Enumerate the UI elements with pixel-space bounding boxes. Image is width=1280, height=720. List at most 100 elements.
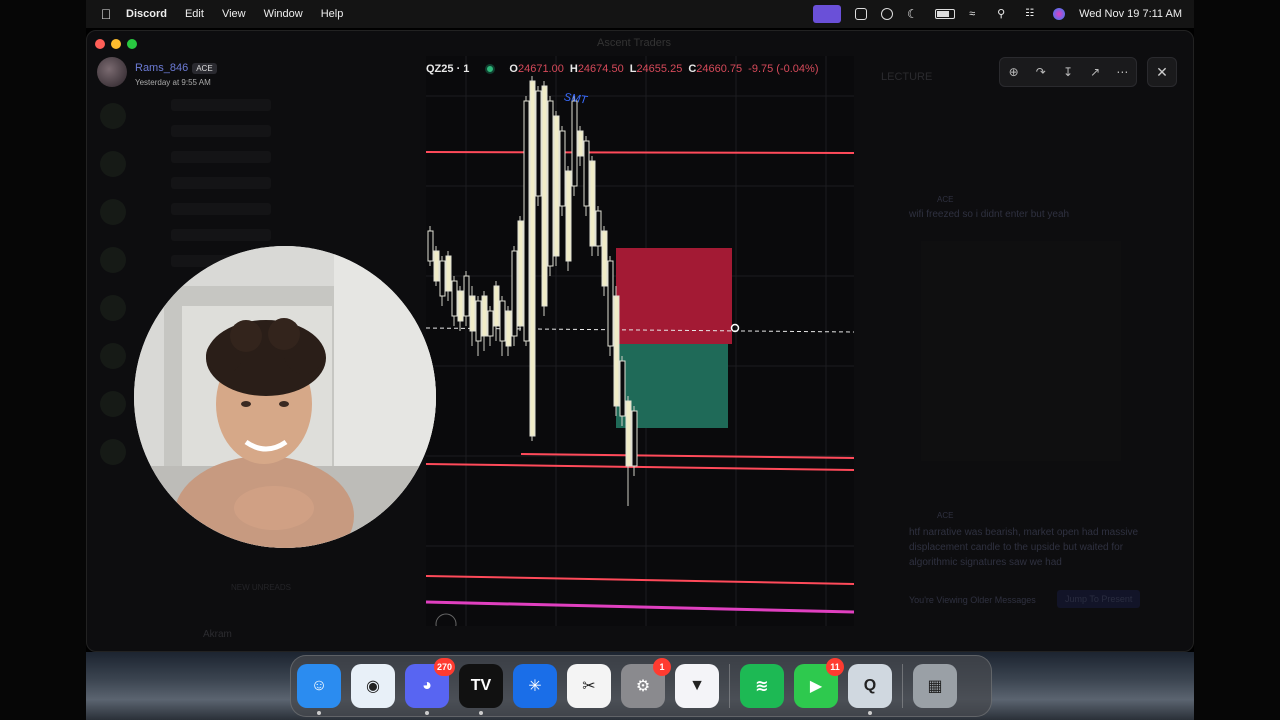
message-text: htf narrative was bearish, market open h…: [909, 527, 1138, 568]
server-icon[interactable]: [100, 439, 126, 465]
image-viewer-toolbar: ⊕ ↷ ↧ ↗ ⋯: [999, 57, 1137, 87]
dock-app-safari[interactable]: ◉: [351, 664, 395, 708]
message-timestamp: Yesterday at 9:55 AM: [135, 77, 211, 87]
dock-app-tradingview[interactable]: TV: [459, 664, 503, 715]
dock-app-trash[interactable]: ▦: [913, 664, 957, 708]
sell-zone: [616, 248, 732, 344]
control-center-icon[interactable]: ☷: [1025, 8, 1039, 20]
menu-window[interactable]: Window: [264, 8, 303, 20]
candle-body: [499, 300, 506, 342]
trading-chart-image[interactable]: SMT QZ25 · 1 O 24671.00 H 24674.50 L 24655.…: [426, 56, 854, 626]
apple-menu-icon[interactable]: : [86, 6, 126, 22]
facetime-icon: ▶: [809, 678, 823, 695]
message-text: wifi freezed so i didnt enter but yeah: [909, 209, 1070, 220]
channel-item[interactable]: [171, 125, 271, 137]
new-unreads-divider: NEW UNREADS: [231, 583, 292, 592]
server-sidebar: [87, 91, 139, 611]
wifi-icon[interactable]: ≈: [969, 8, 983, 20]
more-icon[interactable]: ⋯: [1114, 64, 1130, 80]
menu-view[interactable]: View: [222, 8, 246, 20]
notification-badge: 270: [433, 658, 455, 676]
dock-app-capcut[interactable]: ✂: [567, 664, 611, 708]
dock-app-system-settings[interactable]: ⚙ 1: [621, 658, 671, 708]
screen-share-icon[interactable]: [813, 5, 842, 23]
zoom-icon[interactable]: ⊕: [1006, 64, 1022, 80]
candle-body: [601, 230, 608, 287]
fullscreen-window-button[interactable]: [127, 39, 137, 49]
siri-icon[interactable]: [1053, 8, 1066, 20]
server-icon[interactable]: [100, 103, 126, 129]
finder-icon: ☺: [310, 677, 328, 694]
avatar[interactable]: [97, 57, 127, 87]
forward-icon[interactable]: ↷: [1033, 64, 1049, 80]
candle-body: [583, 140, 590, 207]
minimize-window-button[interactable]: [111, 39, 121, 49]
dock-app-finder[interactable]: ☺: [297, 664, 341, 715]
battery-icon[interactable]: [935, 9, 956, 19]
open-external-icon[interactable]: ↗: [1087, 64, 1103, 80]
dock-app-perplexity[interactable]: ✳: [513, 664, 557, 708]
candle-body: [577, 130, 584, 157]
capcut-icon: ✂: [582, 678, 596, 695]
candle-body: [619, 360, 626, 417]
candle-body: [523, 100, 530, 342]
key-level-line: [426, 151, 854, 154]
tradingview-icon: TV: [470, 677, 492, 694]
candle-body: [475, 300, 482, 342]
channel-item[interactable]: [171, 151, 271, 163]
candle-body: [487, 310, 494, 337]
key-level-line: [426, 575, 854, 585]
menu-app-name[interactable]: Discord: [126, 8, 167, 20]
candle-body: [481, 295, 488, 337]
high-label: H: [569, 63, 578, 75]
channel-name: LECTURE: [881, 71, 933, 83]
candle-body: [529, 80, 536, 437]
dock-app-discord[interactable]: ◕ 270: [405, 658, 455, 715]
dock-app-proton-vpn[interactable]: ▼: [675, 664, 719, 708]
channel-item[interactable]: [171, 203, 271, 215]
vpn-icon: ▼: [689, 677, 705, 694]
candle-body: [595, 210, 602, 247]
channel-item[interactable]: [171, 229, 271, 241]
search-icon[interactable]: ⚲: [997, 8, 1011, 20]
message-author: ACE: [937, 195, 954, 204]
key-level-line: [426, 600, 854, 614]
candle-body: [511, 250, 518, 337]
app-status-icon[interactable]: [855, 8, 868, 20]
window-controls: [95, 39, 137, 49]
menu-edit[interactable]: Edit: [185, 8, 204, 20]
candle-body: [463, 275, 470, 317]
candle-body: [613, 295, 620, 407]
close-window-button[interactable]: [95, 39, 105, 49]
menu-bar:  Discord Edit View Window Help ☾ ≈ ⚲ ☷ …: [86, 0, 1194, 28]
server-icon[interactable]: [100, 343, 126, 369]
dock-app-facetime[interactable]: ▶ 11: [794, 658, 844, 708]
menu-help[interactable]: Help: [321, 8, 344, 20]
play-icon[interactable]: [881, 8, 894, 20]
server-icon[interactable]: [100, 151, 126, 177]
candle-body: [631, 410, 638, 467]
dock-app-quicktime[interactable]: Q: [848, 664, 892, 715]
author-name[interactable]: Rams_846: [135, 62, 188, 74]
channel-item[interactable]: [171, 99, 271, 111]
safari-icon: ◉: [366, 678, 380, 695]
server-icon[interactable]: [100, 391, 126, 417]
channel-item[interactable]: [171, 177, 271, 189]
server-icon[interactable]: [100, 199, 126, 225]
download-icon[interactable]: ↧: [1060, 64, 1076, 80]
dock-separator: [902, 664, 903, 708]
chart-symbol[interactable]: QZ25 · 1: [426, 63, 469, 75]
webcam-overlay: [134, 246, 436, 548]
open-label: O: [509, 63, 518, 75]
server-icon[interactable]: [100, 247, 126, 273]
trash-icon: ▦: [927, 678, 943, 695]
close-icon[interactable]: ✕: [1147, 57, 1177, 87]
moon-icon[interactable]: ☾: [907, 8, 921, 20]
jump-to-present-button[interactable]: Jump To Present: [1057, 590, 1141, 608]
message-author: Rams_846 ACE Yesterday at 9:55 AM: [97, 57, 217, 87]
desktop-wallpaper-left: [0, 0, 86, 720]
dock-app-spotify[interactable]: ≋: [740, 664, 784, 708]
attachment-thumbnail[interactable]: [921, 241, 1121, 461]
server-icon[interactable]: [100, 295, 126, 321]
menu-clock[interactable]: Wed Nov 19 7:11 AM: [1079, 8, 1182, 20]
